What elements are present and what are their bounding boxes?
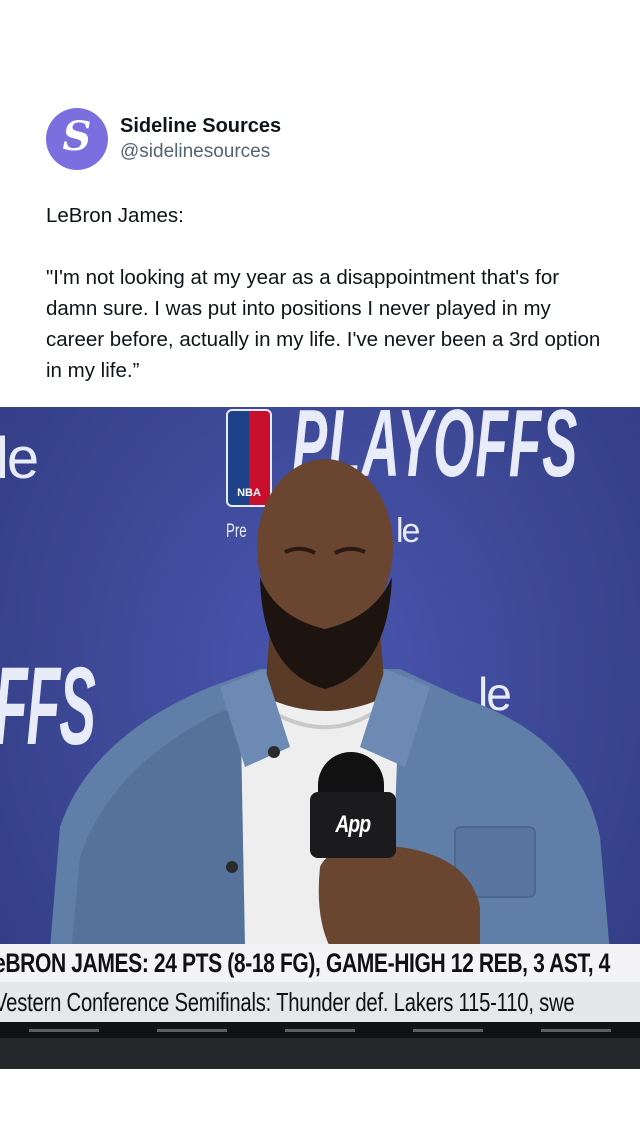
ticker-subline: Vestern Conference Semifinals: Thunder d… — [0, 986, 575, 1017]
microphone-flag-text: App — [335, 811, 372, 838]
ticker-strip-mark — [541, 1028, 611, 1032]
tweet-header: S Sideline Sources @sidelinesources — [46, 107, 281, 171]
ticker-strip-mark — [29, 1028, 99, 1032]
ticker-strip — [0, 1022, 640, 1038]
jacket-button — [226, 861, 238, 873]
microphone: App — [310, 752, 402, 882]
ticker-headline-bar: eBRON JAMES: 24 PTS (8-18 FG), GAME-HIGH… — [0, 944, 640, 982]
avatar[interactable]: S — [46, 108, 108, 170]
ticker-headline: eBRON JAMES: 24 PTS (8-18 FG), GAME-HIGH… — [0, 947, 610, 978]
account-names: Sideline Sources @sidelinesources — [120, 114, 281, 164]
account-handle[interactable]: @sidelinesources — [120, 140, 281, 164]
tweet-text-line-1: LeBron James: — [46, 204, 184, 227]
ticker-strip-mark — [285, 1028, 355, 1032]
jacket-button — [268, 746, 280, 758]
ticker-strip-mark — [413, 1028, 483, 1032]
broadcast-ticker: eBRON JAMES: 24 PTS (8-18 FG), GAME-HIGH… — [0, 944, 640, 1069]
ticker-bottom-bar — [0, 1038, 640, 1069]
tweet-text: LeBron James: "I'm not looking at my yea… — [46, 200, 606, 386]
microphone-flag: App — [310, 792, 396, 858]
ticker-subline-bar: Vestern Conference Semifinals: Thunder d… — [0, 982, 640, 1022]
avatar-letter: S — [62, 113, 92, 160]
tweet-media-image[interactable]: le NBA PLAYOFFS Pre le FFS le App eBRON … — [0, 407, 640, 1069]
display-name[interactable]: Sideline Sources — [120, 114, 281, 138]
ticker-strip-mark — [157, 1028, 227, 1032]
tweet-text-quote: "I'm not looking at my year as a disappo… — [46, 266, 601, 382]
